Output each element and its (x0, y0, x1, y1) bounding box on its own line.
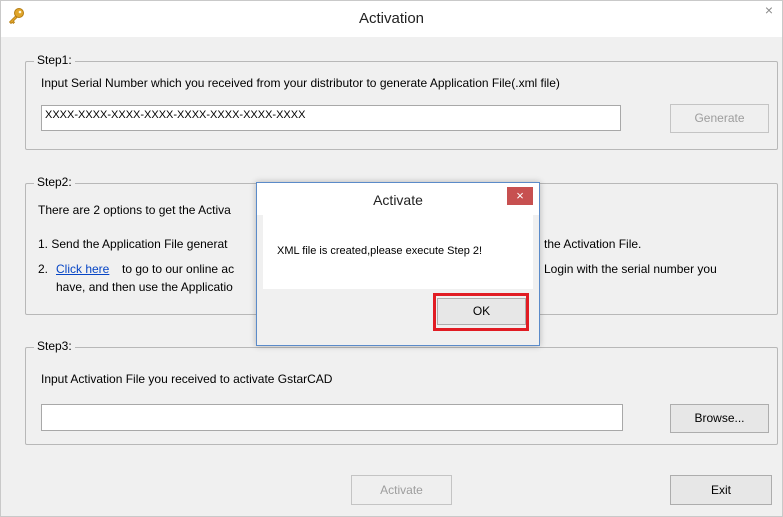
generate-button[interactable]: Generate (670, 104, 769, 133)
browse-button[interactable]: Browse... (670, 404, 769, 433)
step1-instruction: Input Serial Number which you received f… (41, 76, 560, 90)
exit-button[interactable]: Exit (670, 475, 772, 505)
step1-legend: Step1: (34, 53, 75, 67)
dialog-title: Activate (373, 192, 423, 208)
step3-legend: Step3: (34, 339, 75, 353)
title-bar: Activation × (1, 1, 782, 37)
step3-group: Step3: Input Activation File you receive… (25, 339, 778, 445)
option1-text-left: 1. Send the Application File generat (38, 237, 228, 251)
dialog-title-bar: Activate × (257, 183, 539, 215)
click-here-link[interactable]: Click here (56, 262, 109, 276)
window-title: Activation (358, 10, 425, 27)
step2-legend: Step2: (34, 175, 75, 189)
option2-text-left: to go to our online ac (122, 262, 235, 276)
serial-number-input[interactable]: XXXX-XXXX-XXXX-XXXX-XXXX-XXXX-XXXX-XXXX (41, 105, 621, 131)
ok-button[interactable]: OK (437, 298, 526, 325)
activate-dialog: Activate × XML file is created,please ex… (256, 182, 540, 346)
window-close-button[interactable]: × (760, 3, 778, 19)
activation-file-input[interactable] (41, 404, 623, 431)
option2-number: 2. (38, 262, 49, 276)
option2-text-line2: have, and then use the Applicatio (56, 280, 233, 294)
step3-instruction: Input Activation File you received to ac… (41, 372, 333, 386)
dialog-message: XML file is created,please execute Step … (277, 245, 483, 257)
dialog-close-button[interactable]: × (507, 187, 533, 205)
option1-text-right: the Activation File. (544, 237, 642, 251)
activate-button[interactable]: Activate (351, 475, 452, 505)
option2-text-right: Login with the serial number you (544, 262, 717, 276)
step2-intro: There are 2 options to get the Activa (38, 203, 231, 217)
dialog-message-area: XML file is created,please execute Step … (263, 215, 533, 289)
step1-group: Step1: Input Serial Number which you rec… (25, 53, 778, 150)
